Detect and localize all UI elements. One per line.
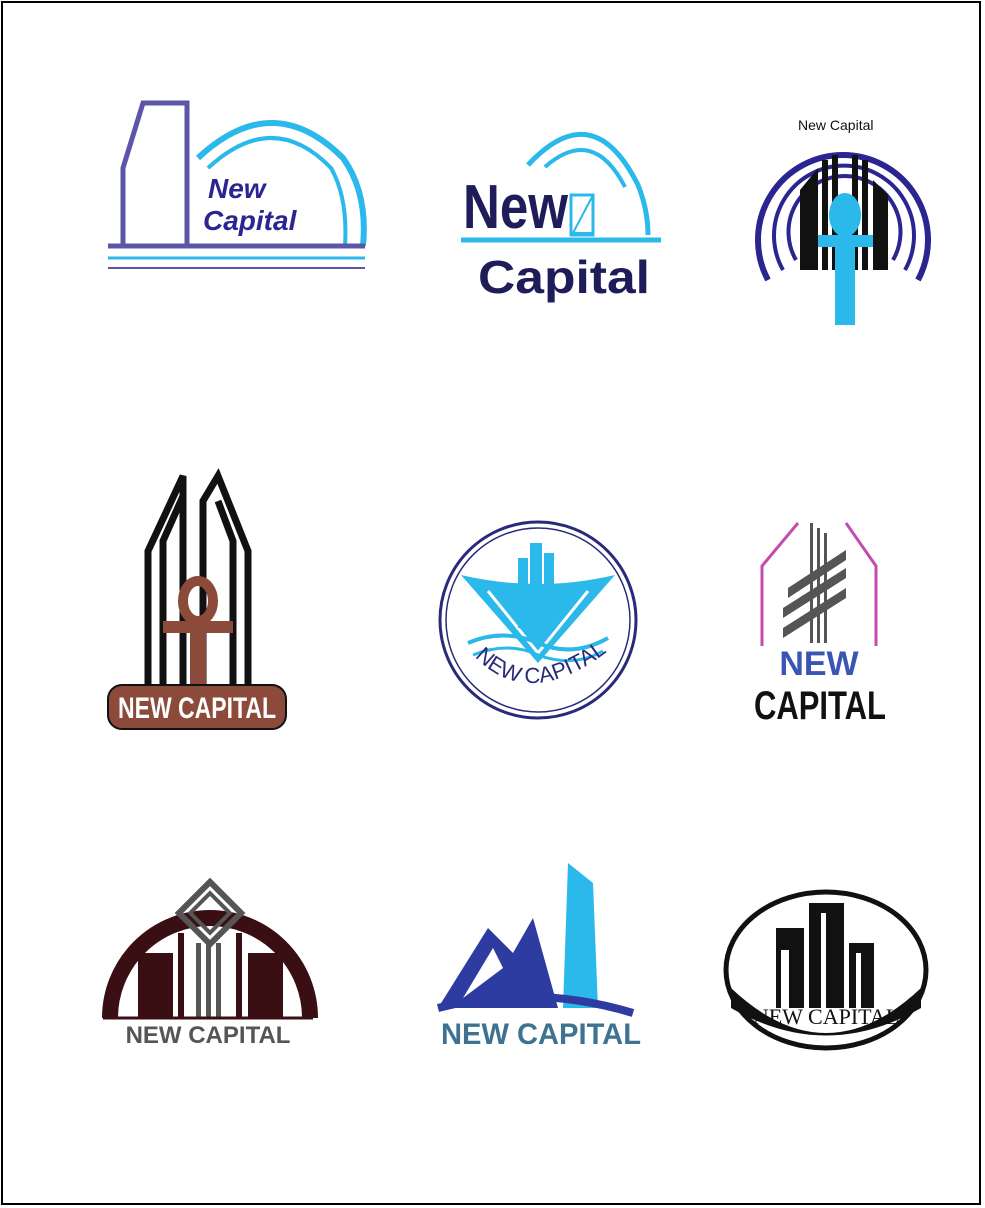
logo-2-graphic: New Capital [461, 131, 661, 303]
logo-8-graphic: NEW CAPITAL [436, 863, 641, 1051]
logo-1: New Capital [103, 98, 373, 278]
logo-3-text: New Capital [798, 117, 873, 133]
logo-3: New Capital [738, 110, 953, 330]
logo-7-text: NEW CAPITAL [126, 1022, 291, 1049]
logo-2-line2: Capital [478, 251, 650, 303]
logo-6: NEW CAPITAL [748, 518, 898, 728]
logo-1-graphic: New Capital [108, 100, 367, 269]
logo-9-text: NEW CAPITAL [753, 1004, 899, 1029]
logo-2-line1: New [463, 173, 569, 242]
logo-2: New Capital [453, 115, 668, 305]
logo-9-graphic: NEW CAPITAL [723, 889, 929, 1051]
logo-5: NEW CAPITAL [433, 513, 643, 728]
logo-8: NEW CAPITAL [433, 858, 648, 1053]
logo-8-text: NEW CAPITAL [441, 1018, 641, 1051]
logo-5-graphic: NEW CAPITAL [438, 520, 638, 720]
logo-sheet: New Capital New Capital New Capital NEW … [1, 1, 981, 1205]
logo-6-line2: CAPITAL [754, 684, 886, 728]
logo-6-line1: NEW [779, 645, 859, 683]
logo-3-graphic: New Capital [755, 117, 931, 325]
logo-6-graphic: NEW CAPITAL [754, 522, 886, 728]
logo-1-line1: New [208, 173, 268, 204]
logo-1-line2: Capital [203, 205, 298, 236]
logo-4-text: NEW CAPITAL [118, 692, 276, 725]
logo-7: NEW CAPITAL [98, 877, 318, 1053]
logo-4-graphic: NEW CAPITAL [107, 468, 287, 730]
logo-4: NEW CAPITAL [103, 468, 293, 733]
logo-7-graphic: NEW CAPITAL [102, 877, 318, 1049]
logo-9: NEW CAPITAL [721, 888, 931, 1058]
